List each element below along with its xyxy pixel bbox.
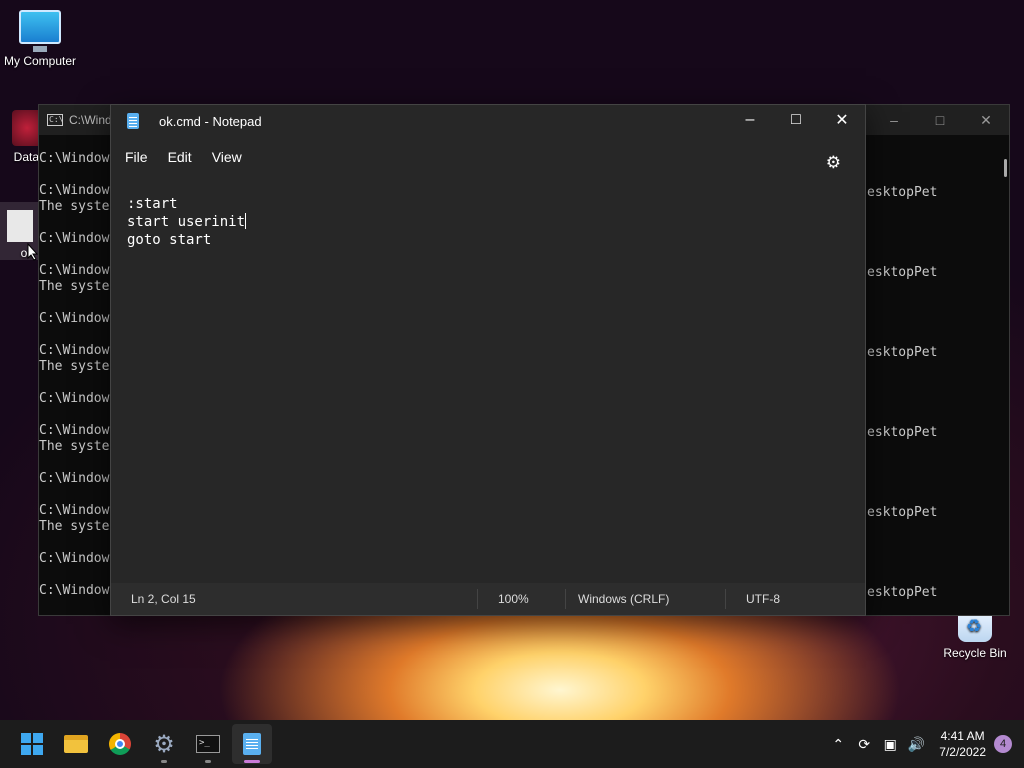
network-icon[interactable]: ▣: [877, 736, 903, 753]
encoding: UTF-8: [725, 589, 845, 609]
desktop-icon-label: Recycle Bin: [943, 646, 1007, 660]
notepad-icon: [127, 113, 139, 129]
desktop-icon-recycle-bin[interactable]: Recycle Bin: [935, 612, 1015, 660]
text-line: :start: [127, 196, 178, 212]
console-line: esktopPet: [867, 185, 938, 200]
text-caret: [245, 213, 247, 229]
menu-file[interactable]: File: [115, 143, 158, 171]
cursor-position: Ln 2, Col 15: [131, 592, 196, 606]
console-line: esktopPet: [867, 345, 938, 360]
zoom-level: 100%: [477, 589, 565, 609]
cmd-icon: C:\: [47, 114, 64, 126]
settings-icon: ⚙: [153, 730, 175, 758]
running-indicator: [161, 760, 167, 763]
console-scrollbar[interactable]: [1004, 159, 1007, 177]
notification-badge[interactable]: 4: [994, 735, 1012, 753]
menu-edit[interactable]: Edit: [158, 143, 202, 171]
maximize-button[interactable]: □: [773, 105, 819, 135]
start-icon: [21, 733, 43, 755]
active-indicator: [244, 760, 260, 763]
file-explorer-icon: [64, 735, 88, 753]
text-line: goto start: [127, 232, 212, 248]
taskbar-file-explorer[interactable]: [56, 724, 96, 764]
text-editor[interactable]: :start start userinit goto start: [127, 195, 247, 249]
system-tray: ⌃ ⟳ ▣ 🔊 4:41 AM 7/2/2022 4: [825, 720, 1024, 768]
running-indicator: [205, 760, 211, 763]
chevron-up-icon[interactable]: ⌃: [825, 736, 851, 753]
text-line: start userinit: [127, 214, 246, 230]
sync-icon[interactable]: ⟳: [851, 736, 877, 753]
menu-view[interactable]: View: [202, 143, 252, 171]
clock-time: 4:41 AM: [940, 729, 985, 743]
clock[interactable]: 4:41 AM 7/2/2022: [939, 728, 986, 760]
desktop-icon-label: My Computer: [3, 54, 77, 68]
start-button[interactable]: [12, 724, 52, 764]
maximize-button[interactable]: □: [917, 105, 963, 135]
taskbar-terminal[interactable]: >_: [188, 724, 228, 764]
computer-icon: [19, 10, 61, 52]
volume-icon[interactable]: 🔊: [903, 736, 929, 753]
notepad-title: ok.cmd - Notepad: [159, 113, 262, 129]
status-bar: Ln 2, Col 15 100% Windows (CRLF) UTF-8: [111, 583, 865, 615]
cmd-file-icon: [7, 210, 33, 242]
console-title: C:\Wind: [69, 113, 112, 127]
console-line: esktopPet: [867, 585, 938, 600]
mouse-cursor-icon: [27, 243, 39, 261]
notepad-window[interactable]: ok.cmd - Notepad – □ ✕ File Edit View ⚙ …: [110, 104, 866, 616]
minimize-button[interactable]: –: [727, 105, 773, 135]
desktop-icon-my-computer[interactable]: My Computer: [0, 10, 80, 68]
close-button[interactable]: ✕: [819, 105, 865, 135]
taskbar-chrome[interactable]: [100, 724, 140, 764]
console-line: esktopPet: [867, 265, 938, 280]
minimize-button[interactable]: –: [871, 105, 917, 135]
terminal-icon: >_: [196, 735, 220, 753]
taskbar-notepad[interactable]: [232, 724, 272, 764]
close-button[interactable]: ✕: [963, 105, 1009, 135]
clock-date: 7/2/2022: [939, 745, 986, 759]
chrome-icon: [109, 733, 131, 755]
recycle-bin-icon: [958, 612, 992, 642]
notepad-icon: [243, 733, 261, 755]
console-output-right: esktopPet esktopPet esktopPet esktopPet …: [867, 185, 937, 665]
menu-bar: File Edit View ⚙: [111, 137, 865, 177]
taskbar: ⚙ >_ ⌃ ⟳ ▣ 🔊 4:41 AM 7/2/2022 4: [0, 720, 1024, 768]
taskbar-settings[interactable]: ⚙: [144, 724, 184, 764]
settings-gear-icon[interactable]: ⚙: [816, 147, 851, 179]
console-line: esktopPet: [867, 505, 938, 520]
console-line: esktopPet: [867, 425, 938, 440]
line-endings: Windows (CRLF): [565, 589, 725, 609]
